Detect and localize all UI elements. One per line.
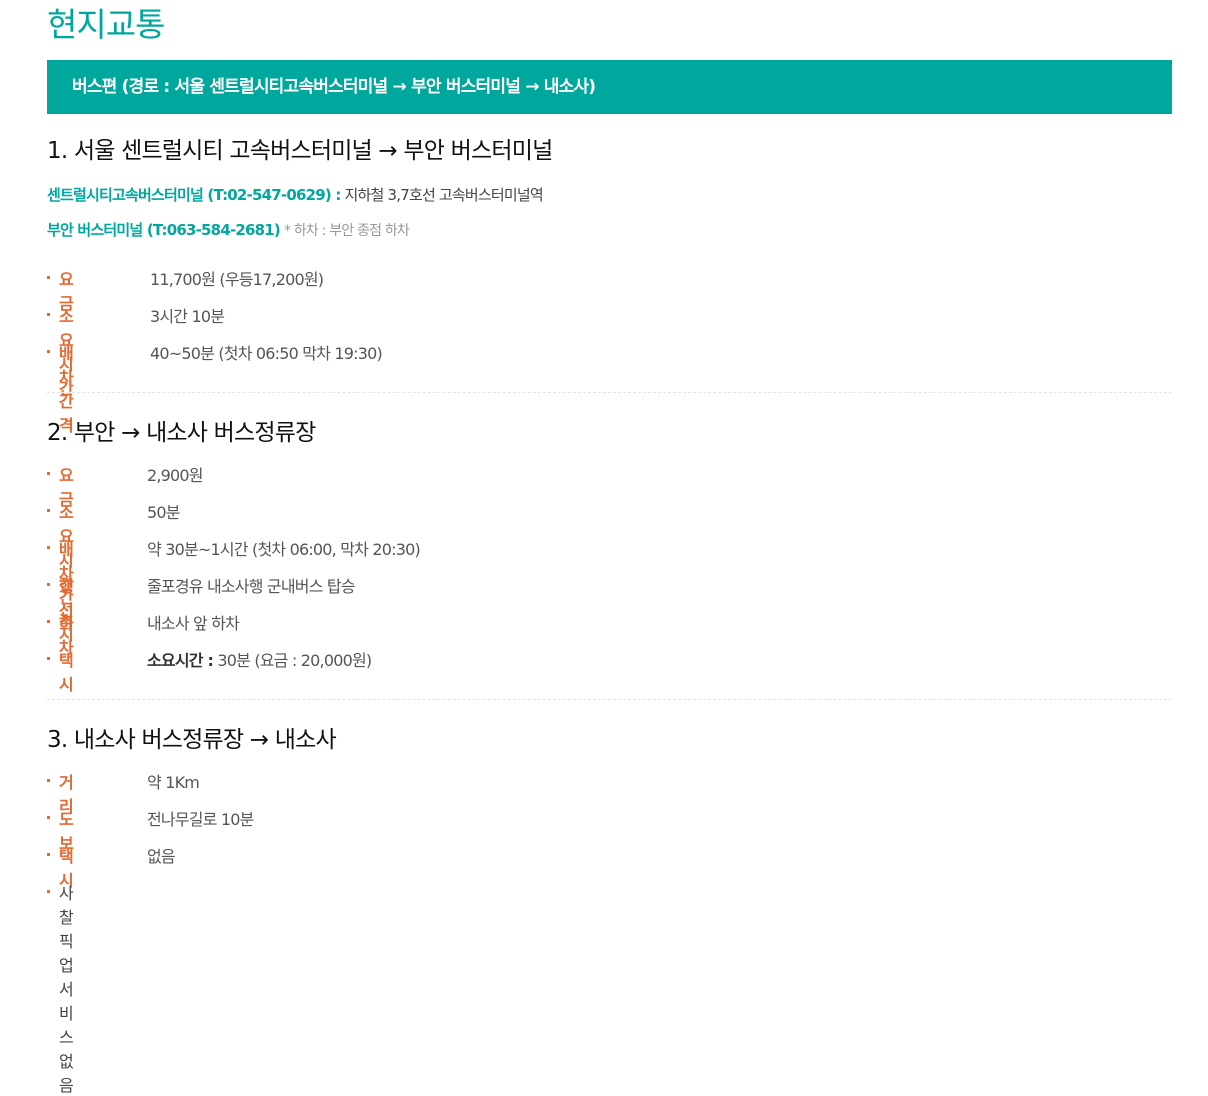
transport-page: 현지교통 버스편 (경로 : 서울 센트럴시티고속버스터미널 → 부안 버스터미… [0,0,1208,1095]
section-divider [47,392,1172,393]
bullet-icon [47,583,50,586]
section-3-title: 3. 내소사 버스정류장 → 내소사 [47,727,337,753]
item-value: 약 1Km [147,773,200,792]
item-value: 전나무길로 10분 [147,810,254,829]
bullet-icon [47,890,50,893]
section-2-title: 2. 부안 → 내소사 버스정류장 [47,420,316,446]
item-value-rest: 30분 (요금 : 20,000원) [217,651,372,670]
item-value: 50분 [147,503,180,522]
bullet-icon [47,620,50,623]
pickup-note: 사찰 픽업 서비스 없음 [59,884,74,1095]
item-value: 2,900원 [147,466,204,485]
page-title: 현지교통 [47,5,165,44]
item-value: 소요시간 : 30분 (요금 : 20,000원) [147,647,372,671]
terminal-line-seoul: 센트럴시티고속버스터미널 (T:02-547-0629) : 지하철 3,7호선… [47,184,544,205]
item-value: 11,700원 (우등17,200원) [150,270,324,289]
terminal-info-seoul: 지하철 3,7호선 고속버스터미널역 [344,186,544,204]
route-banner: 버스편 (경로 : 서울 센트럴시티고속버스터미널 → 부안 버스터미널 → 내… [47,60,1172,114]
item-value: 내소사 앞 하차 [147,614,240,633]
bullet-icon [47,472,50,475]
bullet-icon [47,816,50,819]
section-divider [47,699,1172,700]
terminal-note-buan: * 하차 : 부안 종점 하차 [283,223,410,239]
item-label: 택시 [59,651,74,694]
bullet-icon [47,546,50,549]
item-value: 없음 [147,847,176,866]
bullet-icon [47,657,50,660]
bullet-icon [47,509,50,512]
item-value-strong: 소요시간 : [147,651,214,670]
bullet-icon [47,313,50,316]
section-1-title: 1. 서울 센트럴시티 고속버스터미널 → 부안 버스터미널 [47,138,553,164]
item-value: 줄포경유 내소사행 군내버스 탑승 [147,577,356,596]
terminal-name-seoul: 센트럴시티고속버스터미널 (T:02-547-0629) : [47,186,341,204]
bullet-icon [47,276,50,279]
bullet-icon [47,350,50,353]
item-value: 40~50분 (첫차 06:50 막차 19:30) [150,344,383,363]
item-value: 약 30분~1시간 (첫차 06:00, 막차 20:30) [147,540,421,559]
item-value: 3시간 10분 [150,307,225,326]
terminal-line-buan: 부안 버스터미널 (T:063-584-2681) * 하차 : 부안 종점 하… [47,219,410,240]
terminal-name-buan: 부안 버스터미널 (T:063-584-2681) [47,221,281,239]
bullet-icon [47,779,50,782]
bullet-icon [47,853,50,856]
